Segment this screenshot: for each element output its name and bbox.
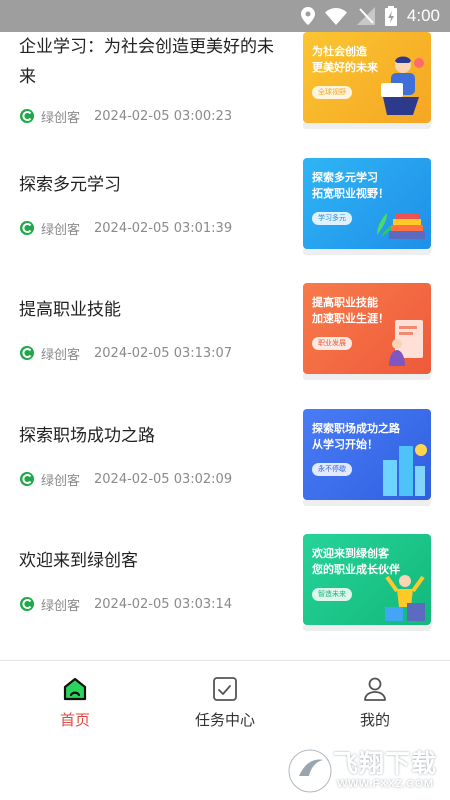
article-author: 绿创客 bbox=[41, 473, 81, 489]
article-time: 2024-02-05 03:00:23 bbox=[94, 108, 233, 124]
article-title: 企业学习：为社会创造更美好的未来 bbox=[19, 37, 274, 87]
article-meta: 绿创客 2024-02-05 03:00:23 bbox=[19, 107, 233, 126]
thumb-tag: 全球视野 bbox=[312, 86, 352, 99]
home-icon bbox=[63, 677, 87, 701]
list-item[interactable]: 提高职业技能 绿创客 2024-02-05 03:13:07 提高职业技能 加速职… bbox=[0, 283, 450, 403]
tab-task-center-label: 任务中心 bbox=[194, 711, 255, 729]
article-title: 探索多元学习 bbox=[19, 175, 121, 195]
article-thumbnail[interactable]: 欢迎来到绿创客 您的职业成长伙伴 智造未来 bbox=[303, 534, 431, 625]
battery-charging-icon bbox=[384, 6, 397, 26]
thumb-tag: 永不停歇 bbox=[312, 463, 352, 476]
article-meta: 绿创客 2024-02-05 03:03:14 bbox=[19, 595, 233, 614]
task-chart-icon bbox=[213, 677, 237, 701]
brand-logo-icon bbox=[20, 597, 34, 611]
tab-task-center[interactable]: 任务中心 bbox=[150, 661, 300, 741]
article-time: 2024-02-05 03:02:09 bbox=[94, 471, 233, 487]
thumb-tag: 学习多元 bbox=[312, 212, 352, 225]
article-thumbnail[interactable]: 探索职场成功之路 从学习开始！ 永不停歇 bbox=[303, 409, 431, 500]
article-title: 欢迎来到绿创客 bbox=[19, 551, 138, 571]
article-feed[interactable]: 企业学习：为社会创造更美好的未来 绿创客 2024-02-05 03:00:23… bbox=[0, 32, 450, 660]
status-time: 4:00 bbox=[406, 6, 440, 25]
article-time: 2024-02-05 03:01:39 bbox=[94, 220, 233, 236]
watermark-url: WWW.FXXZ.COM bbox=[337, 778, 434, 790]
thumbnail-shadow bbox=[303, 123, 431, 129]
document-person-illustration bbox=[389, 320, 423, 366]
article-title: 探索职场成功之路 bbox=[19, 426, 155, 446]
reading-person-illustration bbox=[381, 56, 424, 115]
status-bar: 4:00 bbox=[0, 0, 450, 32]
thumbnail-shadow bbox=[303, 500, 431, 506]
article-author: 绿创客 bbox=[41, 347, 81, 363]
books-plant-illustration bbox=[377, 213, 425, 239]
brand-logo-icon bbox=[20, 109, 34, 123]
list-item[interactable]: 探索多元学习 绿创客 2024-02-05 03:01:39 探索多元学习 拓宽职… bbox=[0, 158, 450, 278]
thumb-headline: 提高职业技能 加速职业生涯！ bbox=[312, 296, 389, 325]
article-meta: 绿创客 2024-02-05 03:01:39 bbox=[19, 219, 233, 238]
thumbnail-shadow bbox=[303, 249, 431, 255]
bottom-tab-bar: 首页 任务中心 我的 bbox=[0, 660, 450, 740]
location-icon bbox=[300, 7, 315, 25]
thumbnail-shadow bbox=[303, 374, 431, 380]
tab-home[interactable]: 首页 bbox=[0, 661, 150, 741]
tab-profile[interactable]: 我的 bbox=[300, 661, 450, 741]
thumb-tag: 职业发展 bbox=[312, 337, 352, 350]
city-buildings-illustration bbox=[383, 444, 427, 496]
article-thumbnail[interactable]: 为社会创造 更美好的未来 全球视野 bbox=[303, 32, 431, 123]
thumbnail-shadow bbox=[303, 625, 431, 631]
article-title: 提高职业技能 bbox=[19, 300, 121, 320]
profile-icon bbox=[364, 677, 386, 701]
article-author: 绿创客 bbox=[41, 110, 81, 126]
article-thumbnail[interactable]: 提高职业技能 加速职业生涯！ 职业发展 bbox=[303, 283, 431, 374]
article-thumbnail[interactable]: 探索多元学习 拓宽职业视野！ 学习多元 bbox=[303, 158, 431, 249]
wifi-icon bbox=[324, 7, 347, 25]
no-signal-icon bbox=[356, 7, 375, 25]
watermark-logo-icon bbox=[288, 749, 332, 793]
status-icons: 4:00 bbox=[300, 0, 440, 32]
list-item[interactable]: 探索职场成功之路 绿创客 2024-02-05 03:02:09 探索职场成功之… bbox=[0, 409, 450, 529]
article-meta: 绿创客 2024-02-05 03:02:09 bbox=[19, 470, 233, 489]
watermark-text: 飞翔下载 bbox=[333, 749, 438, 778]
article-meta: 绿创客 2024-02-05 03:13:07 bbox=[19, 344, 233, 363]
brand-logo-icon bbox=[20, 221, 34, 235]
list-item[interactable]: 企业学习：为社会创造更美好的未来 绿创客 2024-02-05 03:00:23… bbox=[0, 32, 450, 152]
tab-home-label: 首页 bbox=[59, 711, 90, 729]
brand-logo-icon bbox=[20, 346, 34, 360]
celebrating-person-illustration bbox=[385, 575, 425, 621]
thumb-headline: 为社会创造 更美好的未来 bbox=[312, 45, 378, 74]
brand-logo-icon bbox=[20, 472, 34, 486]
tab-profile-label: 我的 bbox=[359, 711, 390, 729]
thumb-tag: 智造未来 bbox=[312, 588, 352, 601]
article-time: 2024-02-05 03:03:14 bbox=[94, 596, 233, 612]
article-time: 2024-02-05 03:13:07 bbox=[94, 345, 233, 361]
article-author: 绿创客 bbox=[41, 222, 81, 238]
list-item[interactable]: 欢迎来到绿创客 绿创客 2024-02-05 03:03:14 欢迎来到绿创客您… bbox=[0, 534, 450, 654]
article-author: 绿创客 bbox=[41, 598, 81, 614]
site-watermark: 飞翔下载 WWW.FXXZ.COM bbox=[285, 740, 450, 800]
